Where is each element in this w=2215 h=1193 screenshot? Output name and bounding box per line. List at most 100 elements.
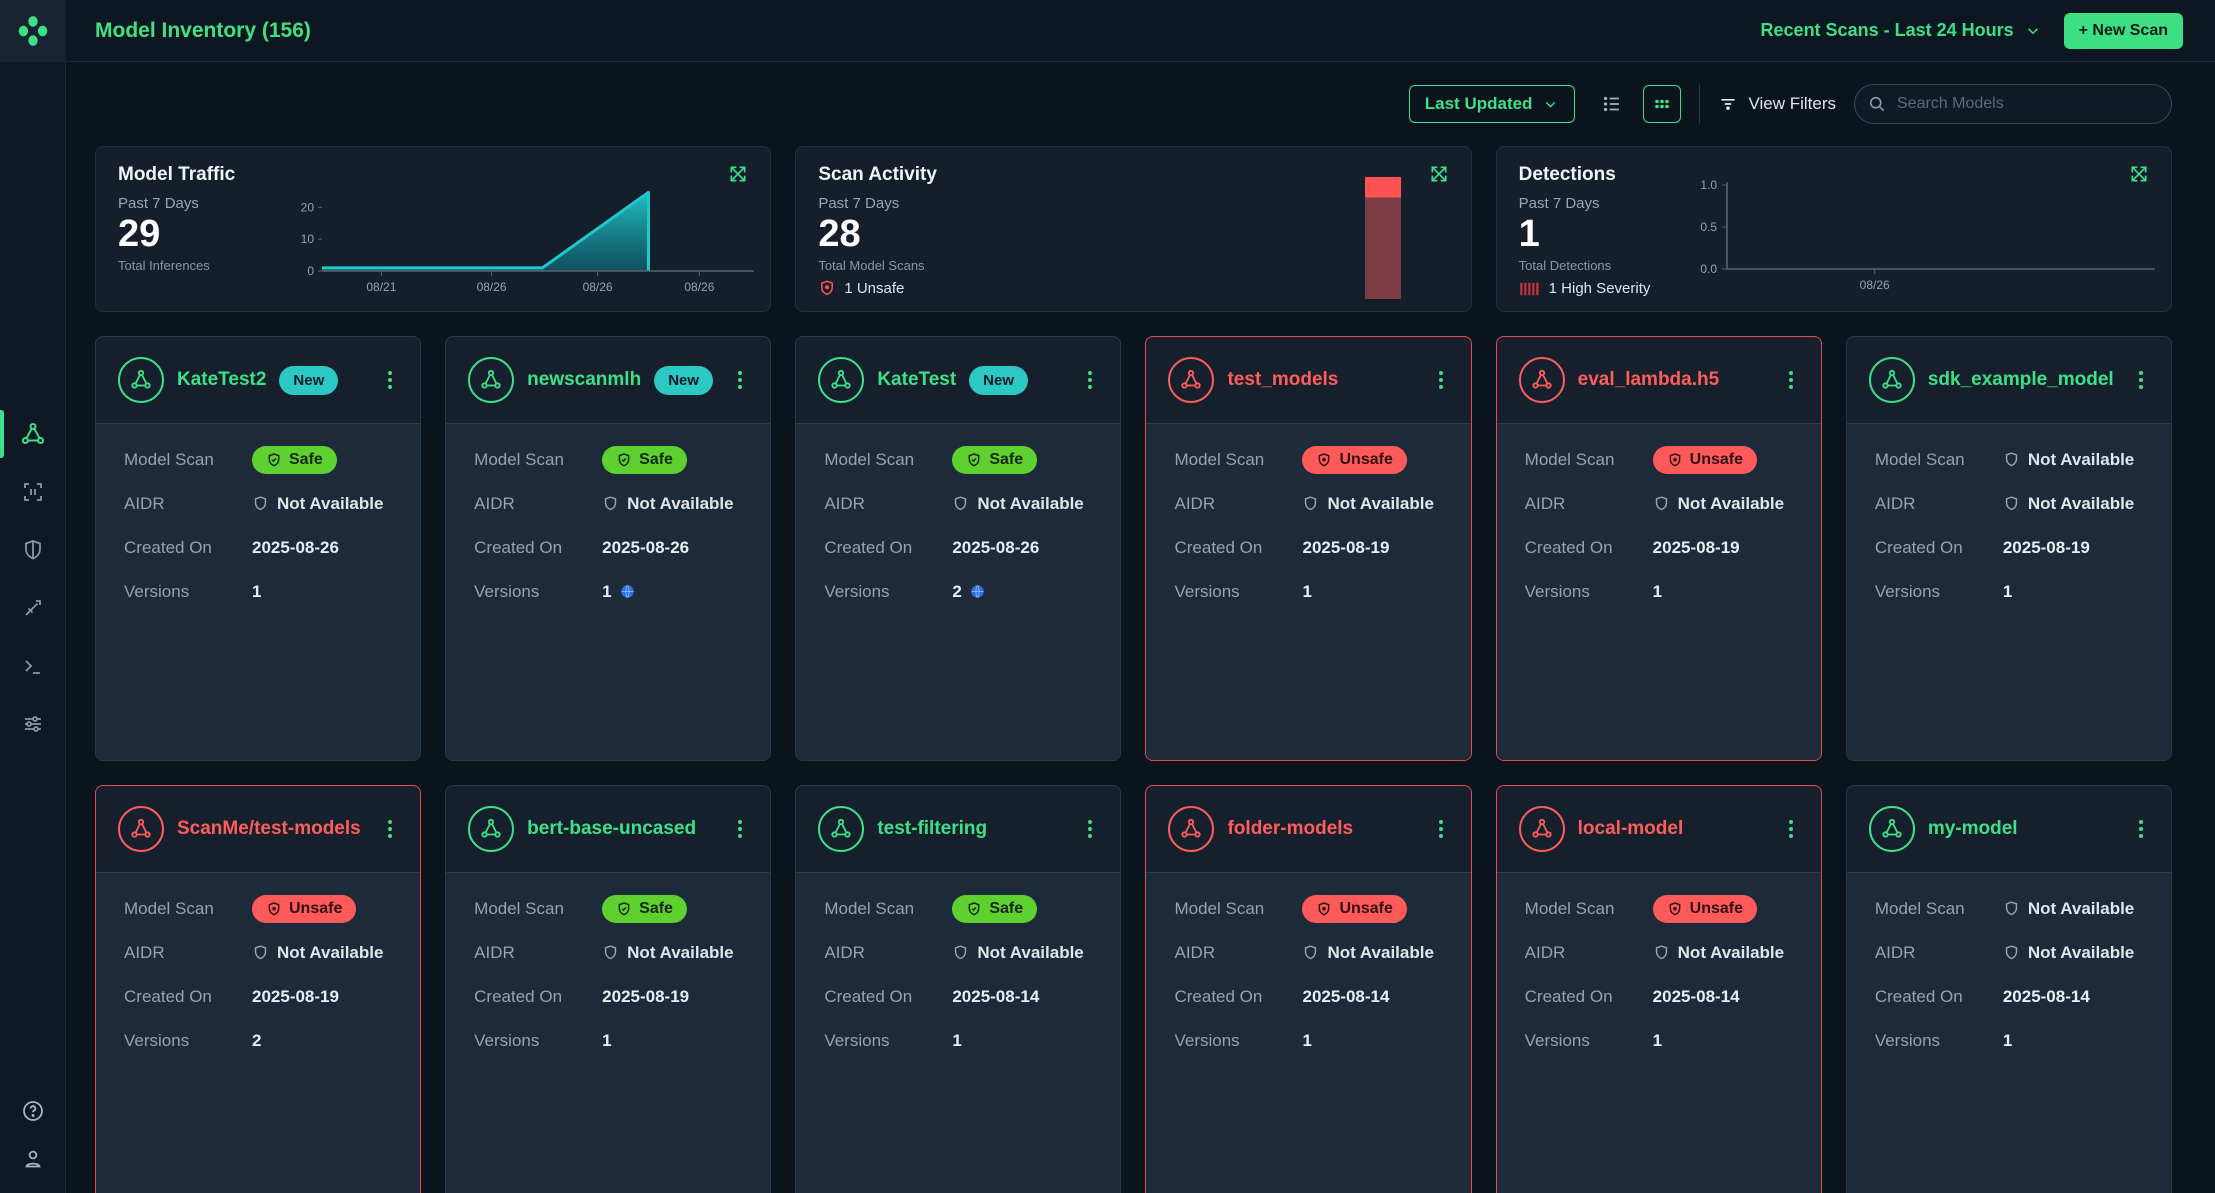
- view-filters-button[interactable]: View Filters: [1718, 94, 1836, 114]
- not-available-value: Not Available: [1653, 943, 1784, 963]
- model-card[interactable]: eval_lambda.h5 Model Scan Unsafe AIDR No…: [1496, 336, 1822, 761]
- card-menu-button[interactable]: [2133, 365, 2149, 395]
- list-view-button[interactable]: [1593, 85, 1631, 123]
- model-name[interactable]: bert-base-uncased: [527, 818, 696, 840]
- shield-outline-icon: [1302, 944, 1319, 961]
- card-menu-button[interactable]: [732, 365, 748, 395]
- model-card[interactable]: test_models Model Scan Unsafe AIDR Not A…: [1145, 336, 1471, 761]
- model-card[interactable]: sdk_example_model Model Scan Not Availab…: [1846, 336, 2172, 761]
- model-card-header: KateTest New: [796, 337, 1120, 423]
- model-card[interactable]: local-model Model Scan Unsafe AIDR Not A…: [1496, 785, 1822, 1193]
- new-badge: New: [969, 366, 1028, 395]
- card-menu-button[interactable]: [1783, 365, 1799, 395]
- scan-scope-dropdown[interactable]: Recent Scans - Last 24 Hours: [1761, 20, 2042, 41]
- card-menu-button[interactable]: [1082, 814, 1098, 844]
- created-on-row: Created On 2025-08-14: [824, 981, 1092, 1012]
- model-type-icon: [818, 357, 864, 403]
- expand-icon: [1429, 164, 1449, 184]
- model-name[interactable]: sdk_example_model: [1928, 369, 2114, 391]
- card-menu-button[interactable]: [2133, 814, 2149, 844]
- sidebar-item-shield[interactable]: [0, 530, 66, 570]
- card-menu-button[interactable]: [382, 365, 398, 395]
- created-on-label: Created On: [474, 538, 602, 558]
- versions-label: Versions: [474, 582, 602, 602]
- search-input[interactable]: [1854, 84, 2172, 124]
- card-menu-button[interactable]: [732, 814, 748, 844]
- created-on-label: Created On: [474, 987, 602, 1007]
- model-scan-label: Model Scan: [1525, 899, 1653, 919]
- main-area: Model Inventory (156) Recent Scans - Las…: [66, 0, 2215, 1193]
- card-menu-button[interactable]: [1433, 365, 1449, 395]
- created-on-value: 2025-08-19: [1653, 538, 1793, 558]
- card-menu-button[interactable]: [1783, 814, 1799, 844]
- sidebar-footer: [0, 1095, 66, 1193]
- sidebar-item-console[interactable]: [0, 646, 66, 686]
- model-scan-row: Model Scan Safe: [824, 893, 1092, 924]
- model-card[interactable]: KateTest2 New Model Scan Safe AIDR Not A…: [95, 336, 421, 761]
- model-scan-label: Model Scan: [1174, 450, 1302, 470]
- created-on-value: 2025-08-26: [602, 538, 742, 558]
- model-name[interactable]: newscanmlh: [527, 369, 641, 391]
- model-card[interactable]: test-filtering Model Scan Safe AIDR Not …: [795, 785, 1121, 1193]
- model-name[interactable]: folder-models: [1227, 818, 1353, 840]
- expand-button[interactable]: [1429, 164, 1449, 187]
- card-menu-button[interactable]: [1082, 365, 1098, 395]
- aidr-label: AIDR: [474, 943, 602, 963]
- versions-label: Versions: [1174, 582, 1302, 602]
- model-name[interactable]: test_models: [1227, 369, 1338, 391]
- app-logo[interactable]: [0, 0, 66, 62]
- grid-view-button[interactable]: [1643, 85, 1681, 123]
- model-card[interactable]: newscanmlh New Model Scan Safe AIDR Not …: [445, 336, 771, 761]
- shield-outline-icon: [2003, 900, 2020, 917]
- created-on-label: Created On: [1174, 987, 1302, 1007]
- aidr-row: AIDR Not Available: [1174, 488, 1442, 519]
- versions-label: Versions: [1875, 1031, 2003, 1051]
- shield-check-icon: [616, 901, 632, 917]
- aidr-row: AIDR Not Available: [1525, 937, 1793, 968]
- model-name[interactable]: eval_lambda.h5: [1578, 369, 1720, 391]
- model-scan-label: Model Scan: [1174, 899, 1302, 919]
- sidebar-item-attack[interactable]: [0, 588, 66, 628]
- model-card[interactable]: bert-base-uncased Model Scan Safe AIDR N…: [445, 785, 771, 1193]
- aidr-row: AIDR Not Available: [124, 488, 392, 519]
- sidebar-item-settings[interactable]: [0, 704, 66, 744]
- shield-outline-icon: [602, 944, 619, 961]
- card-menu-button[interactable]: [382, 814, 398, 844]
- versions-value: 2: [952, 582, 1092, 602]
- help-icon: [21, 1099, 45, 1123]
- created-on-row: Created On 2025-08-19: [474, 981, 742, 1012]
- new-scan-button[interactable]: + New Scan: [2064, 13, 2183, 49]
- model-card[interactable]: ScanMe/test-models Model Scan Unsafe AID…: [95, 785, 421, 1193]
- help-button[interactable]: [0, 1095, 66, 1127]
- created-on-value: 2025-08-19: [602, 987, 742, 1007]
- account-button[interactable]: [0, 1143, 66, 1175]
- stats-row: Model Traffic Past 7 Days 29 Total Infer…: [95, 146, 2172, 312]
- versions-value: 1: [1653, 582, 1793, 602]
- stat-title: Scan Activity: [818, 164, 937, 186]
- versions-label: Versions: [1875, 582, 2003, 602]
- model-name[interactable]: local-model: [1578, 818, 1684, 840]
- sidebar-item-scanner[interactable]: [0, 472, 66, 512]
- card-menu-button[interactable]: [1433, 814, 1449, 844]
- shield-outline-icon: [602, 495, 619, 512]
- model-scan-value: Safe: [602, 446, 742, 474]
- model-name[interactable]: KateTest: [877, 369, 956, 391]
- model-card[interactable]: KateTest New Model Scan Safe AIDR Not Av…: [795, 336, 1121, 761]
- sort-dropdown[interactable]: Last Updated: [1409, 85, 1576, 123]
- aidr-row: AIDR Not Available: [474, 488, 742, 519]
- versions-value: 1: [1302, 1031, 1442, 1051]
- model-name[interactable]: my-model: [1928, 818, 2018, 840]
- search-wrap: [1854, 84, 2172, 124]
- model-card-body: Model Scan Unsafe AIDR Not Available Cre…: [1146, 423, 1470, 760]
- safe-badge: Safe: [602, 895, 687, 923]
- model-scan-value: Not Available: [2003, 899, 2143, 919]
- sidebar-item-models[interactable]: [0, 414, 66, 454]
- versions-row: Versions 1: [474, 1025, 742, 1056]
- model-card[interactable]: my-model Model Scan Not Available AIDR N…: [1846, 785, 2172, 1193]
- model-name[interactable]: KateTest2: [177, 369, 266, 391]
- created-on-row: Created On 2025-08-26: [124, 532, 392, 563]
- model-name[interactable]: test-filtering: [877, 818, 987, 840]
- model-card[interactable]: folder-models Model Scan Unsafe AIDR Not…: [1145, 785, 1471, 1193]
- not-available-value: Not Available: [252, 943, 383, 963]
- model-name[interactable]: ScanMe/test-models: [177, 818, 361, 840]
